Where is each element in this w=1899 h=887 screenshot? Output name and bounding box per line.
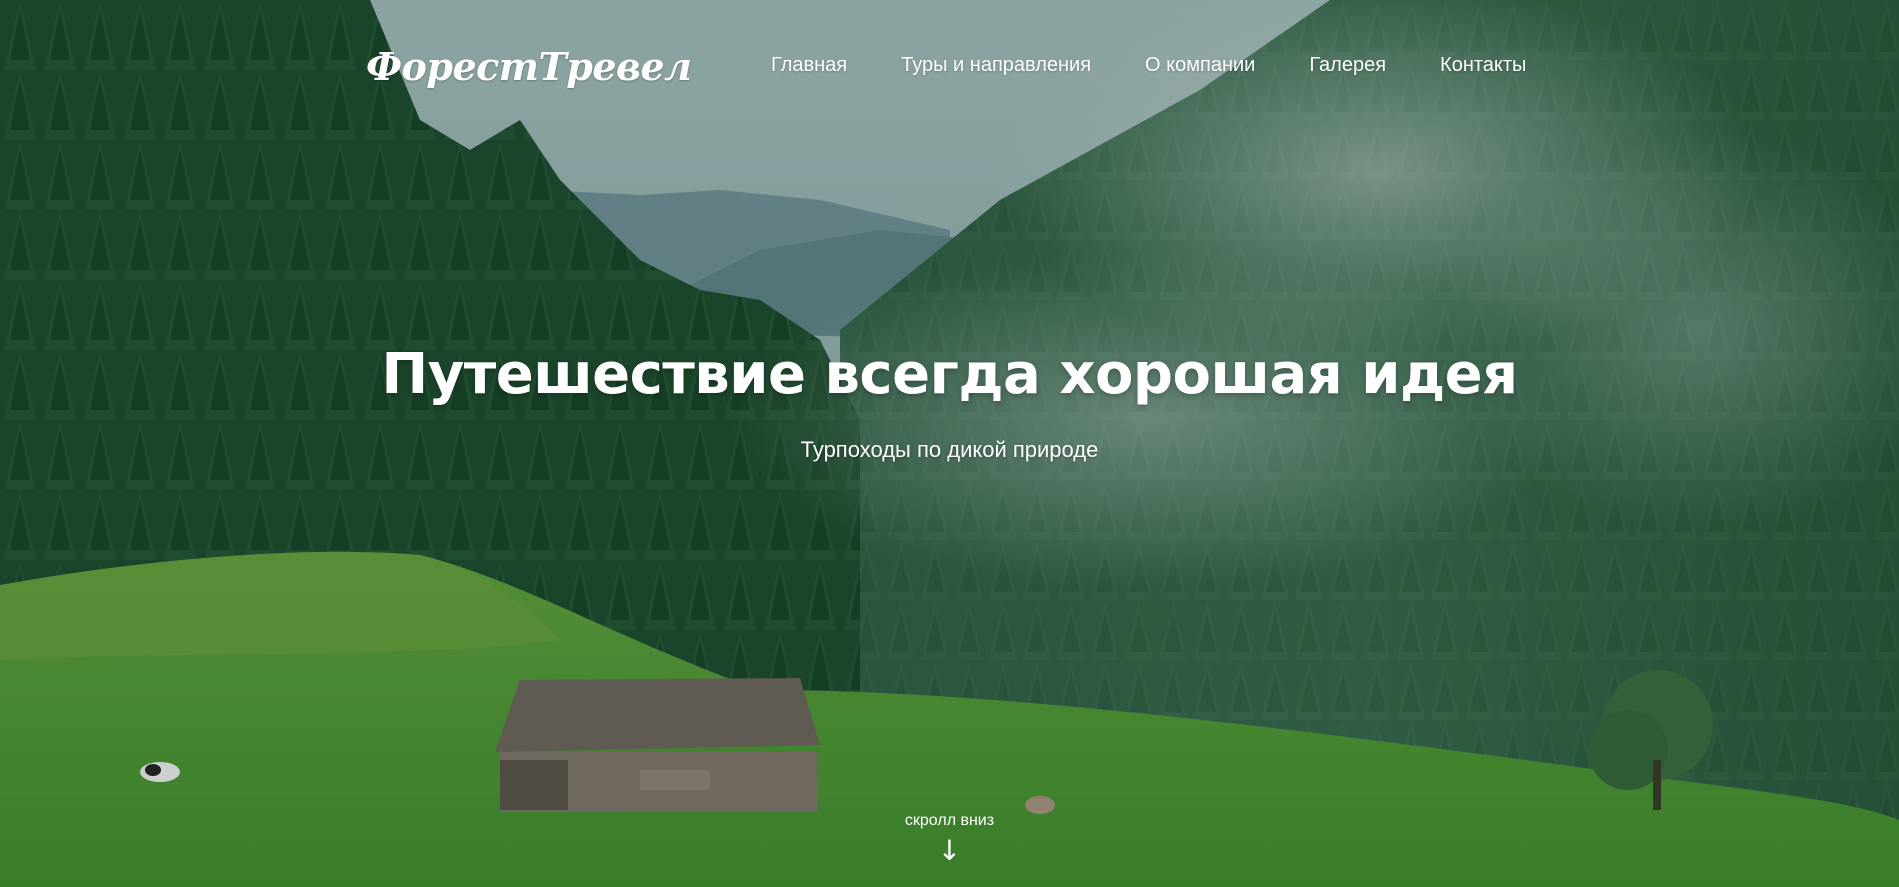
scroll-down-link[interactable]: скролл вниз ↓ [0,812,1899,866]
nav-item-about[interactable]: О компании [1145,54,1255,77]
arrow-down-icon: ↓ [937,834,962,867]
nav-item-home[interactable]: Главная [771,54,847,77]
scroll-down-label: скролл вниз [904,812,995,829]
nav-item-tours[interactable]: Туры и направления [901,54,1091,77]
nav-item-gallery[interactable]: Галерея [1309,54,1386,77]
brand-logo[interactable]: ФорестТревел [366,44,692,89]
main-nav: Главная Туры и направления О компании Га… [771,54,1526,77]
nav-item-contacts[interactable]: Контакты [1440,54,1526,77]
hero-section: ФорестТревел Главная Туры и направления … [0,0,1899,887]
hero-headline: Путешествие всегда хорошая идея [381,342,1518,407]
hero-subtitle: Турпоходы по дикой природе [800,437,1099,462]
